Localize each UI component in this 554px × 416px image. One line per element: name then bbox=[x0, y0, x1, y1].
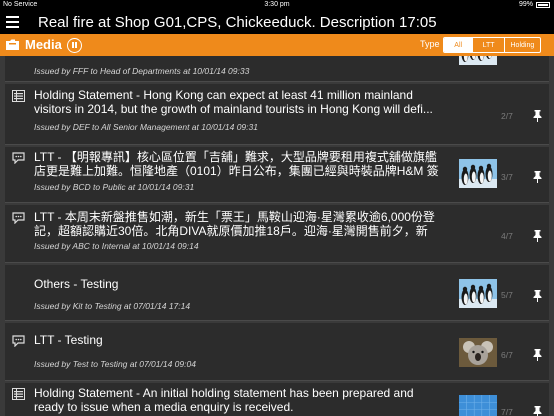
pushpin-icon[interactable] bbox=[533, 110, 542, 122]
filter-ltt[interactable]: LTT bbox=[473, 38, 505, 52]
type-label: Type bbox=[420, 39, 440, 49]
item-position-count: 7/7 bbox=[501, 407, 513, 416]
pushpin-icon[interactable] bbox=[533, 171, 542, 183]
speech-bubble-icon bbox=[12, 152, 25, 164]
koala-thumbnail[interactable] bbox=[459, 338, 497, 367]
penguins-thumbnail[interactable] bbox=[459, 159, 497, 188]
item-title: Holding Statement - An initial holding s… bbox=[34, 386, 414, 414]
speech-bubble-icon bbox=[12, 335, 25, 347]
media-label: Media bbox=[25, 37, 62, 52]
media-list-item[interactable]: LTT - Testing Issued by Test to Testing a… bbox=[5, 323, 549, 381]
item-title: Others - Testing bbox=[34, 277, 119, 291]
media-list-item[interactable]: LTT - 【明報專訊】核心區位置「吉舖」難求，大型品牌要租用複式舖做旗艦店更是… bbox=[5, 147, 549, 203]
item-issued-by: Issued by Test to Testing at 07/01/14 09… bbox=[34, 359, 196, 369]
item-position-count: 3/7 bbox=[501, 172, 513, 182]
pause-button[interactable] bbox=[67, 38, 82, 53]
document-list-icon bbox=[12, 388, 25, 400]
filter-all[interactable]: All bbox=[444, 38, 474, 52]
media-list-item[interactable]: Issued by FFF to Head of Departments at … bbox=[5, 56, 549, 82]
battery-icon bbox=[536, 1, 550, 8]
battery-status: 99% bbox=[519, 1, 550, 8]
title-bar: Real fire at Shop G01,CPS, Chickeeduck. … bbox=[0, 11, 554, 34]
item-issued-by: Issued by DEF to All Senior Management a… bbox=[34, 122, 258, 132]
item-position-count: 2/7 bbox=[501, 111, 513, 121]
page-title: Real fire at Shop G01,CPS, Chickeeduck. … bbox=[38, 14, 437, 31]
pushpin-icon[interactable] bbox=[533, 290, 542, 302]
item-issued-by: Issued by FFF to Head of Departments at … bbox=[34, 66, 250, 76]
media-toolbar: Media Type All LTT Holding bbox=[0, 34, 554, 56]
media-list-item[interactable]: Others - Testing Issued by Kit to Testing… bbox=[5, 265, 549, 321]
app-root: No Service 3:30 pm 99% Real fire at Shop… bbox=[0, 0, 554, 416]
document-list-icon bbox=[12, 90, 25, 102]
pushpin-icon[interactable] bbox=[533, 349, 542, 361]
folder-icon bbox=[6, 39, 19, 50]
filter-holding[interactable]: Holding bbox=[505, 38, 540, 52]
item-issued-by: Issued by ABC to Internal at 10/01/14 09… bbox=[34, 241, 199, 251]
type-filter: All LTT Holding bbox=[443, 37, 541, 53]
media-list-item[interactable]: Holding Statement - An initial holding s… bbox=[5, 383, 549, 416]
blue-grid-thumbnail[interactable] bbox=[459, 395, 497, 416]
item-title: LTT - 本周末新盤推售如潮，新生「票王」馬鞍山迎海·星灣累收逾6,000份登… bbox=[34, 210, 435, 238]
pushpin-icon[interactable] bbox=[533, 406, 542, 416]
penguins-thumbnail[interactable] bbox=[459, 279, 497, 308]
item-title: Holding Statement - Hong Kong can expect… bbox=[34, 88, 433, 116]
item-position-count: 6/7 bbox=[501, 350, 513, 360]
media-list: Issued by FFF to Head of Departments at … bbox=[0, 56, 554, 416]
item-position-count: 5/7 bbox=[501, 290, 513, 300]
hamburger-menu-icon[interactable] bbox=[6, 16, 19, 28]
media-list-item[interactable]: Holding Statement - Hong Kong can expect… bbox=[5, 84, 549, 145]
media-list-item[interactable]: LTT - 本周末新盤推售如潮，新生「票王」馬鞍山迎海·星灣累收逾6,000份登… bbox=[5, 205, 549, 263]
item-title: LTT - 【明報專訊】核心區位置「吉舖」難求，大型品牌要租用複式舖做旗艦店更是… bbox=[34, 150, 439, 178]
speech-bubble-icon bbox=[12, 212, 25, 224]
item-title: LTT - Testing bbox=[34, 333, 103, 347]
item-issued-by: Issued by BCD to Public at 10/01/14 09:3… bbox=[34, 182, 195, 192]
status-bar: No Service 3:30 pm 99% bbox=[0, 0, 554, 11]
penguins-thumbnail[interactable] bbox=[459, 56, 497, 65]
item-position-count: 4/7 bbox=[501, 231, 513, 241]
battery-percent: 99% bbox=[518, 1, 533, 8]
item-issued-by: Issued by Kit to Testing at 07/01/14 17:… bbox=[34, 301, 191, 311]
pushpin-icon[interactable] bbox=[533, 230, 542, 242]
clock: 3:30 pm bbox=[264, 1, 290, 8]
